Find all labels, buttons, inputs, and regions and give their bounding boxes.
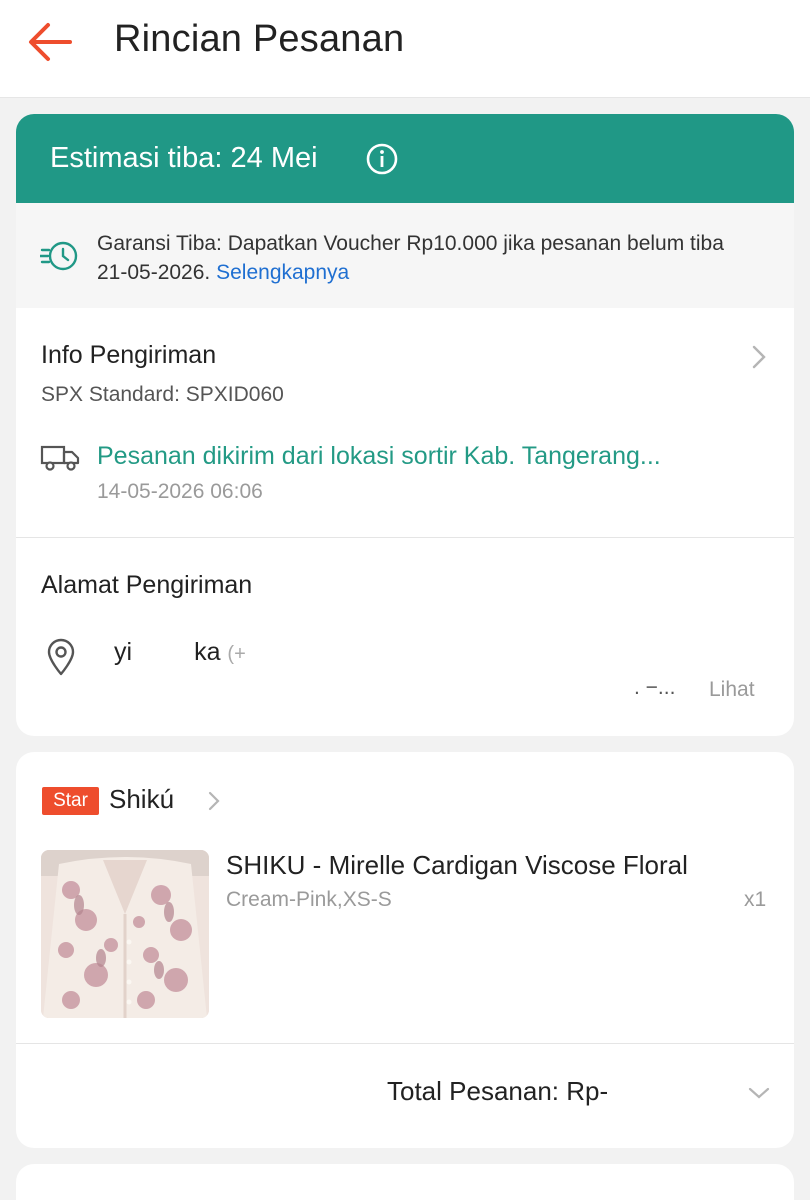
guarantee-text: Garansi Tiba: Dapatkan Voucher Rp10.000 … (97, 229, 757, 287)
recipient-name-start: yi (114, 638, 133, 666)
address-truncated: . −... (634, 676, 676, 699)
shop-name[interactable]: Shikú (109, 784, 174, 815)
order-items-card: Star Shikú SHIKU - Mirelle Cardigan Visc… (16, 752, 794, 1148)
next-card (16, 1164, 794, 1200)
top-app-bar: Rincian Pesanan (0, 0, 810, 98)
truck-icon (40, 445, 80, 471)
redacted-area (284, 394, 414, 396)
order-status-card: Estimasi tiba: 24 Mei Garansi Tiba: Dapa… (16, 114, 794, 736)
location-pin-icon (47, 638, 75, 676)
chevron-down-icon[interactable] (747, 1086, 771, 1100)
shipping-timestamp: 14-05-2026 06:06 (97, 480, 263, 503)
recipient-name: yi ka (+ (114, 638, 246, 667)
fast-clock-icon (40, 241, 78, 271)
shipping-service: SPX Standard: SPXID060 (41, 383, 414, 407)
chevron-right-icon[interactable] (750, 344, 768, 370)
order-total-value: Rp- (566, 1076, 609, 1106)
learn-more-link[interactable]: Selengkapnya (216, 261, 349, 284)
cardigan-image (41, 850, 209, 1018)
order-total[interactable]: Total Pesanan: Rp- (387, 1076, 608, 1107)
address-title: Alamat Pengiriman (41, 571, 253, 599)
info-icon[interactable] (365, 142, 399, 176)
section-divider (16, 537, 794, 538)
eta-text: Estimasi tiba: 24 Mei (50, 142, 318, 174)
guarantee-description: Garansi Tiba: Dapatkan Voucher Rp10.000 … (97, 232, 724, 284)
product-variant: Cream-Pink,XS-S (226, 888, 392, 911)
shipping-info-title: Info Pengiriman (41, 341, 217, 369)
order-total-label: Total Pesanan: (387, 1076, 560, 1106)
page-title: Rincian Pesanan (114, 18, 405, 60)
recipient-phone: (+ (227, 643, 246, 665)
section-divider (16, 1043, 794, 1044)
product-name[interactable]: SHIKU - Mirelle Cardigan Viscose Floral (226, 850, 688, 881)
star-seller-badge: Star (42, 787, 99, 815)
back-arrow-icon[interactable] (24, 20, 76, 64)
recipient-name-end: ka (194, 638, 221, 666)
product-image[interactable] (41, 850, 209, 1018)
eta-banner: Estimasi tiba: 24 Mei (16, 114, 794, 203)
chevron-right-icon[interactable] (207, 790, 221, 812)
arrival-guarantee-notice: Garansi Tiba: Dapatkan Voucher Rp10.000 … (16, 203, 794, 308)
tracking-number: SPX Standard: SPXID060 (41, 383, 284, 406)
view-address-link[interactable]: Lihat (709, 678, 755, 702)
shipping-status: Pesanan dikirim dari lokasi sortir Kab. … (97, 442, 661, 470)
product-quantity: x1 (744, 888, 767, 911)
